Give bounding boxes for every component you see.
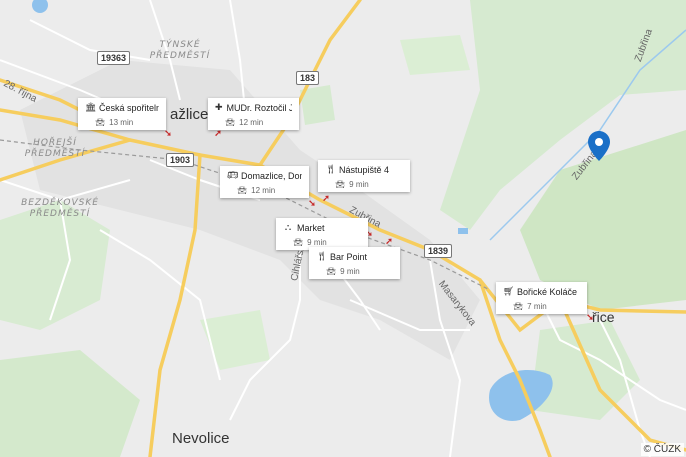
poi-travel-time: 12 min (239, 118, 264, 127)
medical-icon: ✚ (215, 102, 223, 112)
direction-arrow-icon: ➘ (308, 198, 316, 208)
map-copyright: © ČÚZK (640, 443, 684, 456)
poi-travel-time: 7 min (527, 302, 547, 311)
poi-name: Bar Point (330, 251, 368, 262)
poi-card-mudr-roztocil[interactable]: ✚MUDr. Roztočil Ja... 🚘︎12 min (208, 98, 299, 130)
poi-card-domazlice-bus[interactable]: 🚌︎Domazlice, Doma... 🚘︎12 min (220, 166, 309, 198)
restaurant-icon: 🍴︎ (325, 164, 337, 174)
direction-arrow-icon: ➚ (385, 236, 393, 246)
poi-card-market[interactable]: ⛬ Market 🚘︎ 9 min (276, 218, 368, 250)
poi-travel-time: 13 min (109, 118, 134, 127)
district-label-bezdekovske: BEZDĚKOVSKÉ PŘEDMĚSTÍ (21, 198, 99, 219)
poi-card-ceska-sporitelna[interactable]: 🏛︎Česká spořitelna 🚘︎13 min (78, 98, 166, 130)
map-canvas[interactable]: TÝNSKÉ PŘEDMĚSTÍ HOŘEJŠÍ PŘEDMĚSTÍ BEZDĚ… (0, 0, 686, 457)
poi-travel-time: 9 min (349, 180, 369, 189)
poi-card-bar-point[interactable]: 🍴︎ Bar Point 🚘︎ 9 min (309, 247, 400, 279)
car-icon: 🚘︎ (335, 180, 346, 189)
road-shield-183: 183 (296, 71, 320, 85)
bus-icon: 🚌︎ (227, 170, 239, 180)
road-shield-1839: 1839 (424, 244, 453, 258)
bank-icon: 🏛︎ (85, 102, 97, 112)
district-label-tynske: TÝNSKÉ PŘEDMĚSTÍ (149, 40, 211, 61)
district-label-horejsi: HOŘEJŠÍ PŘEDMĚSTÍ (24, 138, 86, 159)
car-icon: 🚘︎ (237, 186, 248, 195)
poi-travel-time: 9 min (307, 238, 327, 247)
car-icon: 🚘︎ (293, 238, 304, 247)
road-shield-1903: 1903 (166, 153, 195, 167)
car-icon: 🚘︎ (326, 267, 337, 276)
road-shield-19363: 19363 (97, 51, 131, 65)
direction-arrow-icon: ➚ (322, 193, 330, 203)
car-icon: 🚘︎ (95, 118, 106, 127)
poi-card-boricke-kolace[interactable]: 🛒︎ Bořické Koláče 🚘︎ 7 min (496, 282, 587, 314)
poi-name: Market (297, 222, 325, 233)
town-label-nevolice: Nevolice (172, 430, 230, 447)
poi-name: Domazlice, Doma... (241, 170, 302, 181)
car-icon: 🚘︎ (225, 118, 236, 127)
poi-card-nastupiste-4[interactable]: 🍴︎ Nástupiště 4 🚘︎ 9 min (318, 160, 410, 192)
town-label-borice: řice (592, 309, 615, 325)
poi-travel-time: 12 min (251, 186, 276, 195)
poi-name: Bořické Koláče (517, 286, 578, 297)
poi-name: Nástupiště 4 (339, 164, 390, 175)
poi-travel-time: 9 min (340, 267, 360, 276)
restaurant-icon: 🍴︎ (316, 251, 328, 261)
market-icon: ⛬ (284, 222, 292, 232)
town-label-domazlice: ažlice (170, 106, 209, 123)
shop-icon: 🛒︎ (503, 286, 515, 296)
poi-name: MUDr. Roztočil Ja... (226, 102, 292, 113)
location-pin-icon[interactable] (588, 131, 610, 161)
poi-name: Česká spořitelna (99, 102, 159, 113)
car-icon: 🚘︎ (513, 302, 524, 311)
